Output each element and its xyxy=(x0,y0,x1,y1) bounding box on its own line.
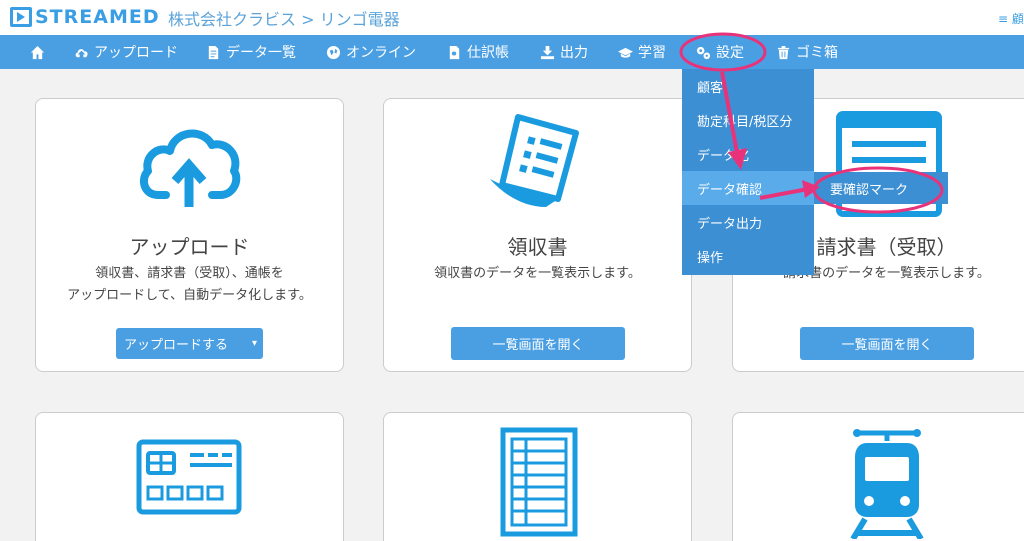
nav-online-label: オンライン xyxy=(346,45,416,61)
nav-online[interactable]: オンライン xyxy=(326,35,416,69)
nav-data-list[interactable]: データ一覧 xyxy=(206,35,296,69)
menu-item-data-check[interactable]: データ確認 xyxy=(682,171,814,205)
nav-trash-label: ゴミ箱 xyxy=(796,45,838,61)
settings-dropdown-menu: 顧客 勘定科目/税区分 データ化 データ確認 データ出力 操作 xyxy=(682,69,814,275)
nav-learning-label: 学習 xyxy=(638,45,666,61)
company-breadcrumb[interactable]: 株式会社クラビス > リンゴ電器 xyxy=(168,6,400,30)
train-icon xyxy=(850,429,924,539)
nav-settings[interactable]: 設定 xyxy=(696,35,744,69)
menu-item-customers[interactable]: 顧客 xyxy=(682,69,814,103)
upload-card: アップロード 領収書、請求書（受取）、通帳を アップロードして、自動データ化しま… xyxy=(35,98,344,372)
upload-button-label: アップロードする xyxy=(124,338,229,353)
menu-item-operations[interactable]: 操作 xyxy=(682,239,814,273)
receipt-open-list-button[interactable]: 一覧画面を開く xyxy=(451,327,625,360)
top-header: STREAMED 株式会社クラビス > リンゴ電器 ≡ 顧 xyxy=(0,0,1024,35)
cloud-upload-icon xyxy=(75,48,88,57)
nav-output-label: 出力 xyxy=(560,45,588,61)
credit-card-icon xyxy=(136,439,242,515)
receipt-card-title: 領収書 xyxy=(507,235,568,259)
home-icon xyxy=(30,45,45,59)
menu-item-data-conversion[interactable]: データ化 xyxy=(682,137,814,171)
globe-icon xyxy=(326,45,341,59)
upload-button[interactable]: アップロードする ▾ xyxy=(116,328,263,359)
upload-card-title: アップロード xyxy=(129,235,250,259)
cloud-upload-icon xyxy=(139,129,241,207)
caret-down-icon: ▾ xyxy=(251,338,257,349)
gears-icon xyxy=(696,46,711,59)
receipt-icon xyxy=(490,114,579,207)
upload-card-desc-2: アップロードして、自動データ化します。 xyxy=(67,288,312,303)
nav-upload-label: アップロード xyxy=(94,45,178,61)
nav-trash[interactable]: ゴミ箱 xyxy=(776,35,838,69)
receipt-card: 領収書 領収書のデータを一覧表示します。 一覧画面を開く xyxy=(383,98,692,372)
logo-icon xyxy=(10,7,32,27)
nav-journal-label: 仕訳帳 xyxy=(467,45,509,61)
logo-text: STREAMED xyxy=(35,6,160,28)
nav-settings-label: 設定 xyxy=(716,45,744,61)
nav-output[interactable]: 出力 xyxy=(540,35,588,69)
nav-home[interactable] xyxy=(30,35,50,69)
credit-card-card xyxy=(35,412,344,541)
receipt-card-desc: 領収書のデータを一覧表示します。 xyxy=(434,266,641,281)
customer-menu-link[interactable]: ≡ 顧 xyxy=(998,10,1024,26)
invoice-open-list-button[interactable]: 一覧画面を開く xyxy=(800,327,974,360)
upload-card-desc-1: 領収書、請求書（受取）、通帳を xyxy=(95,266,284,281)
document-list-icon xyxy=(208,45,219,59)
nav-upload[interactable]: アップロード xyxy=(74,35,178,69)
train-card xyxy=(732,412,1024,541)
nav-data-list-label: データ一覧 xyxy=(226,45,296,61)
spreadsheet-card xyxy=(383,412,692,541)
ledger-icon xyxy=(449,45,460,59)
graduation-cap-icon xyxy=(618,47,633,58)
nav-learning[interactable]: 学習 xyxy=(618,35,666,69)
logo[interactable]: STREAMED xyxy=(10,6,160,28)
submenu-item-check-mark[interactable]: 要確認マーク xyxy=(814,172,948,204)
output-icon xyxy=(540,45,555,59)
spreadsheet-icon xyxy=(500,427,578,537)
nav-journal[interactable]: 仕訳帳 xyxy=(447,35,509,69)
menu-item-accounts-tax[interactable]: 勘定科目/税区分 xyxy=(682,103,814,137)
main-nav: アップロード データ一覧 オンライン 仕訳帳 出力 学習 設定 ゴミ箱 xyxy=(0,35,1024,69)
trash-icon xyxy=(777,45,790,59)
menu-item-data-output[interactable]: データ出力 xyxy=(682,205,814,239)
